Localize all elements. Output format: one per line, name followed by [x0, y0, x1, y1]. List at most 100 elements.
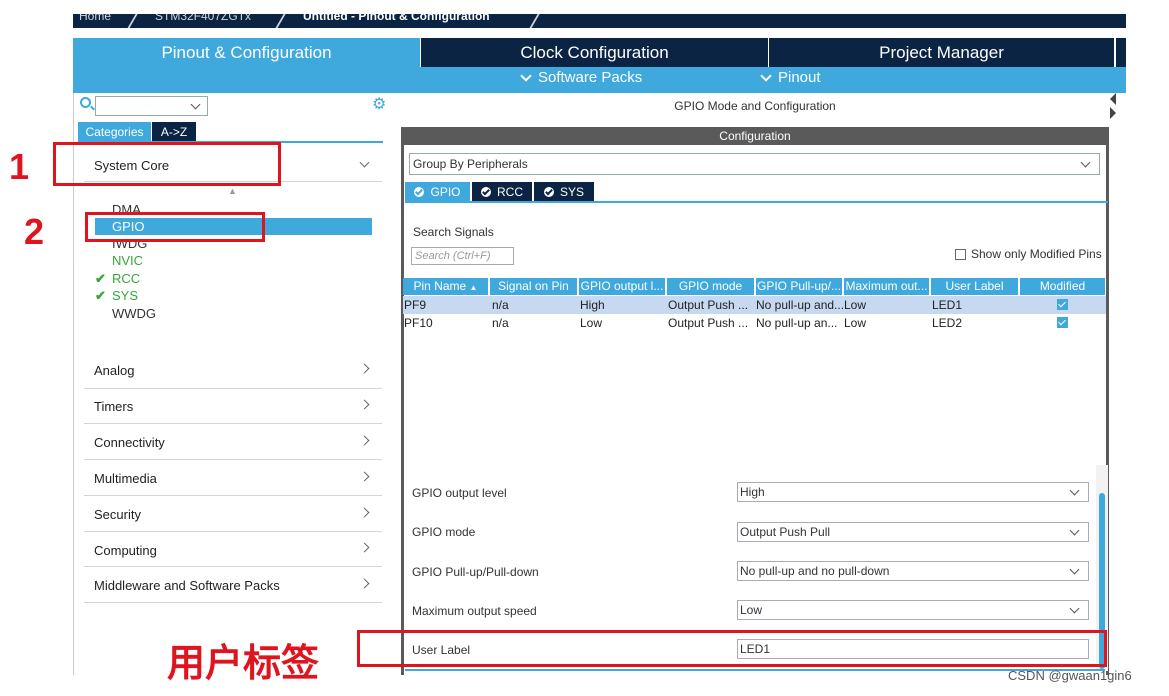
chevron-down-icon: [359, 157, 370, 168]
configuration-header: Configuration: [401, 127, 1109, 145]
category-analog[interactable]: Analog: [84, 354, 382, 389]
checkbox-box: [955, 248, 966, 260]
chevron-down-icon: [1069, 525, 1080, 536]
cell-signal: n/a: [492, 298, 509, 312]
gear-icon[interactable]: ⚙: [372, 97, 387, 113]
breadcrumb-home[interactable]: Home: [79, 14, 111, 23]
tab-rcc-label: RCC: [497, 184, 523, 199]
column-header-speed[interactable]: Maximum out...: [844, 278, 930, 295]
column-header-pull[interactable]: GPIO Pull-up/...: [756, 278, 843, 295]
gpio-mode-value: Output Push Pull: [740, 525, 831, 539]
cell-mode: Output Push ...: [668, 298, 749, 312]
periph-item-rcc[interactable]: RCC: [112, 271, 140, 286]
tab-categories[interactable]: Categories: [78, 122, 151, 141]
chevron-right-icon: [359, 471, 370, 482]
column-header-user-label[interactable]: User Label: [931, 278, 1019, 295]
pull-value: No pull-up and no pull-down: [740, 564, 890, 578]
tab-sys[interactable]: SYS: [534, 182, 594, 201]
category-timers[interactable]: Timers: [84, 389, 382, 424]
sort-arrow-icon[interactable]: ▲: [228, 186, 237, 196]
cell-user-label: LED2: [932, 316, 963, 330]
category-label: Security: [94, 507, 141, 522]
show-modified-checkbox[interactable]: Show only Modified Pins: [955, 247, 1102, 261]
breadcrumb-device[interactable]: STM32F407ZGTx: [155, 14, 251, 23]
chevron-down-icon: [1069, 485, 1080, 496]
annotation-user-label-text: 用户标签: [167, 643, 320, 685]
category-security[interactable]: Security: [84, 497, 382, 532]
column-header-pin-name[interactable]: Pin Name ▲: [403, 278, 489, 295]
speed-value: Low: [740, 603, 763, 617]
category-computing[interactable]: Computing: [84, 532, 382, 567]
tab-clock-configuration[interactable]: Clock Configuration: [421, 38, 768, 67]
search-signals-input[interactable]: Search (Ctrl+F): [411, 247, 514, 265]
annotation-number-1: 1: [9, 146, 30, 187]
check-icon: ✔: [95, 271, 106, 286]
periph-item-wwdg[interactable]: WWDG: [112, 306, 156, 321]
chevron-right-icon: [359, 399, 370, 410]
configuration-frame: [401, 145, 1109, 675]
column-header-signal[interactable]: Signal on Pin: [490, 278, 578, 295]
speed-label: Maximum output speed: [412, 604, 537, 618]
cell-user-label: LED1: [932, 298, 963, 312]
pull-select[interactable]: No pull-up and no pull-down: [737, 561, 1089, 581]
table-row[interactable]: PF9 n/a High Output Push ... No pull-up …: [403, 296, 1106, 314]
breadcrumb-separator: [273, 14, 287, 28]
tab-pinout-configuration[interactable]: Pinout & Configuration: [73, 38, 420, 67]
tab-project-manager[interactable]: Project Manager: [769, 38, 1114, 67]
breadcrumb-project[interactable]: Untitled - Pinout & Configuration: [303, 14, 490, 23]
periph-item-sys[interactable]: SYS: [112, 288, 138, 303]
chevron-down-icon: [760, 69, 772, 82]
software-packs-label: Software Packs: [538, 69, 643, 86]
chevron-down-icon: [1069, 564, 1080, 575]
collapse-arrow-icon[interactable]: [1110, 93, 1116, 123]
category-connectivity[interactable]: Connectivity: [84, 425, 382, 460]
speed-select[interactable]: Low: [737, 600, 1089, 620]
column-header-modified[interactable]: Modified: [1020, 278, 1106, 295]
table-row[interactable]: PF10 n/a Low Output Push ... No pull-up …: [403, 314, 1106, 332]
panel-title: GPIO Mode and Configuration: [674, 99, 836, 113]
output-level-label: GPIO output level: [412, 486, 507, 500]
gpio-mode-label: GPIO mode: [412, 525, 476, 539]
cell-mode: Output Push ...: [668, 316, 749, 330]
tab-sys-label: SYS: [559, 184, 584, 199]
form-bottom-line: [405, 669, 1105, 671]
tab-strip-end: [1116, 38, 1126, 67]
category-label: Timers: [94, 399, 134, 414]
software-packs-menu[interactable]: Software Packs: [520, 69, 643, 86]
check-circle-icon: [414, 186, 425, 197]
header-label: Pin Name: [413, 279, 467, 293]
cell-pull: No pull-up and...: [756, 298, 843, 312]
annotation-box-gpio: [85, 212, 265, 242]
category-middleware[interactable]: Middleware and Software Packs: [84, 568, 382, 603]
group-by-select[interactable]: Group By Peripherals: [409, 153, 1100, 175]
periph-item-nvic[interactable]: NVIC: [112, 253, 143, 268]
search-icon: [80, 97, 91, 108]
check-circle-icon: [481, 186, 491, 197]
modified-checkbox[interactable]: [1057, 299, 1068, 310]
category-label: Analog: [94, 363, 135, 378]
tab-gpio[interactable]: GPIO: [405, 182, 470, 201]
category-multimedia[interactable]: Multimedia: [84, 461, 382, 496]
output-level-select[interactable]: High: [737, 482, 1089, 502]
cell-level: High: [580, 298, 605, 312]
chevron-right-icon: [359, 542, 370, 553]
gpio-mode-select[interactable]: Output Push Pull: [737, 522, 1089, 542]
chevron-right-icon: [359, 363, 370, 374]
search-signals-label: Search Signals: [413, 225, 494, 239]
cell-pin: PF9: [404, 298, 427, 312]
modified-checkbox[interactable]: [1057, 317, 1068, 328]
tab-gpio-label: GPIO: [430, 184, 461, 199]
search-input[interactable]: [95, 96, 208, 116]
breadcrumb-separator: [527, 14, 541, 28]
tab-rcc[interactable]: RCC: [472, 182, 532, 201]
category-label: Multimedia: [94, 471, 157, 486]
chevron-down-icon: [1069, 603, 1080, 614]
column-header-mode[interactable]: GPIO mode: [667, 278, 755, 295]
chevron-down-icon: [1080, 157, 1091, 168]
tab-a-to-z[interactable]: A->Z: [152, 122, 196, 141]
breadcrumb-separator: [125, 14, 139, 28]
pinout-menu[interactable]: Pinout: [760, 69, 821, 86]
cell-signal: n/a: [492, 316, 509, 330]
column-header-output-level[interactable]: GPIO output l...: [579, 278, 666, 295]
output-level-value: High: [740, 485, 765, 499]
